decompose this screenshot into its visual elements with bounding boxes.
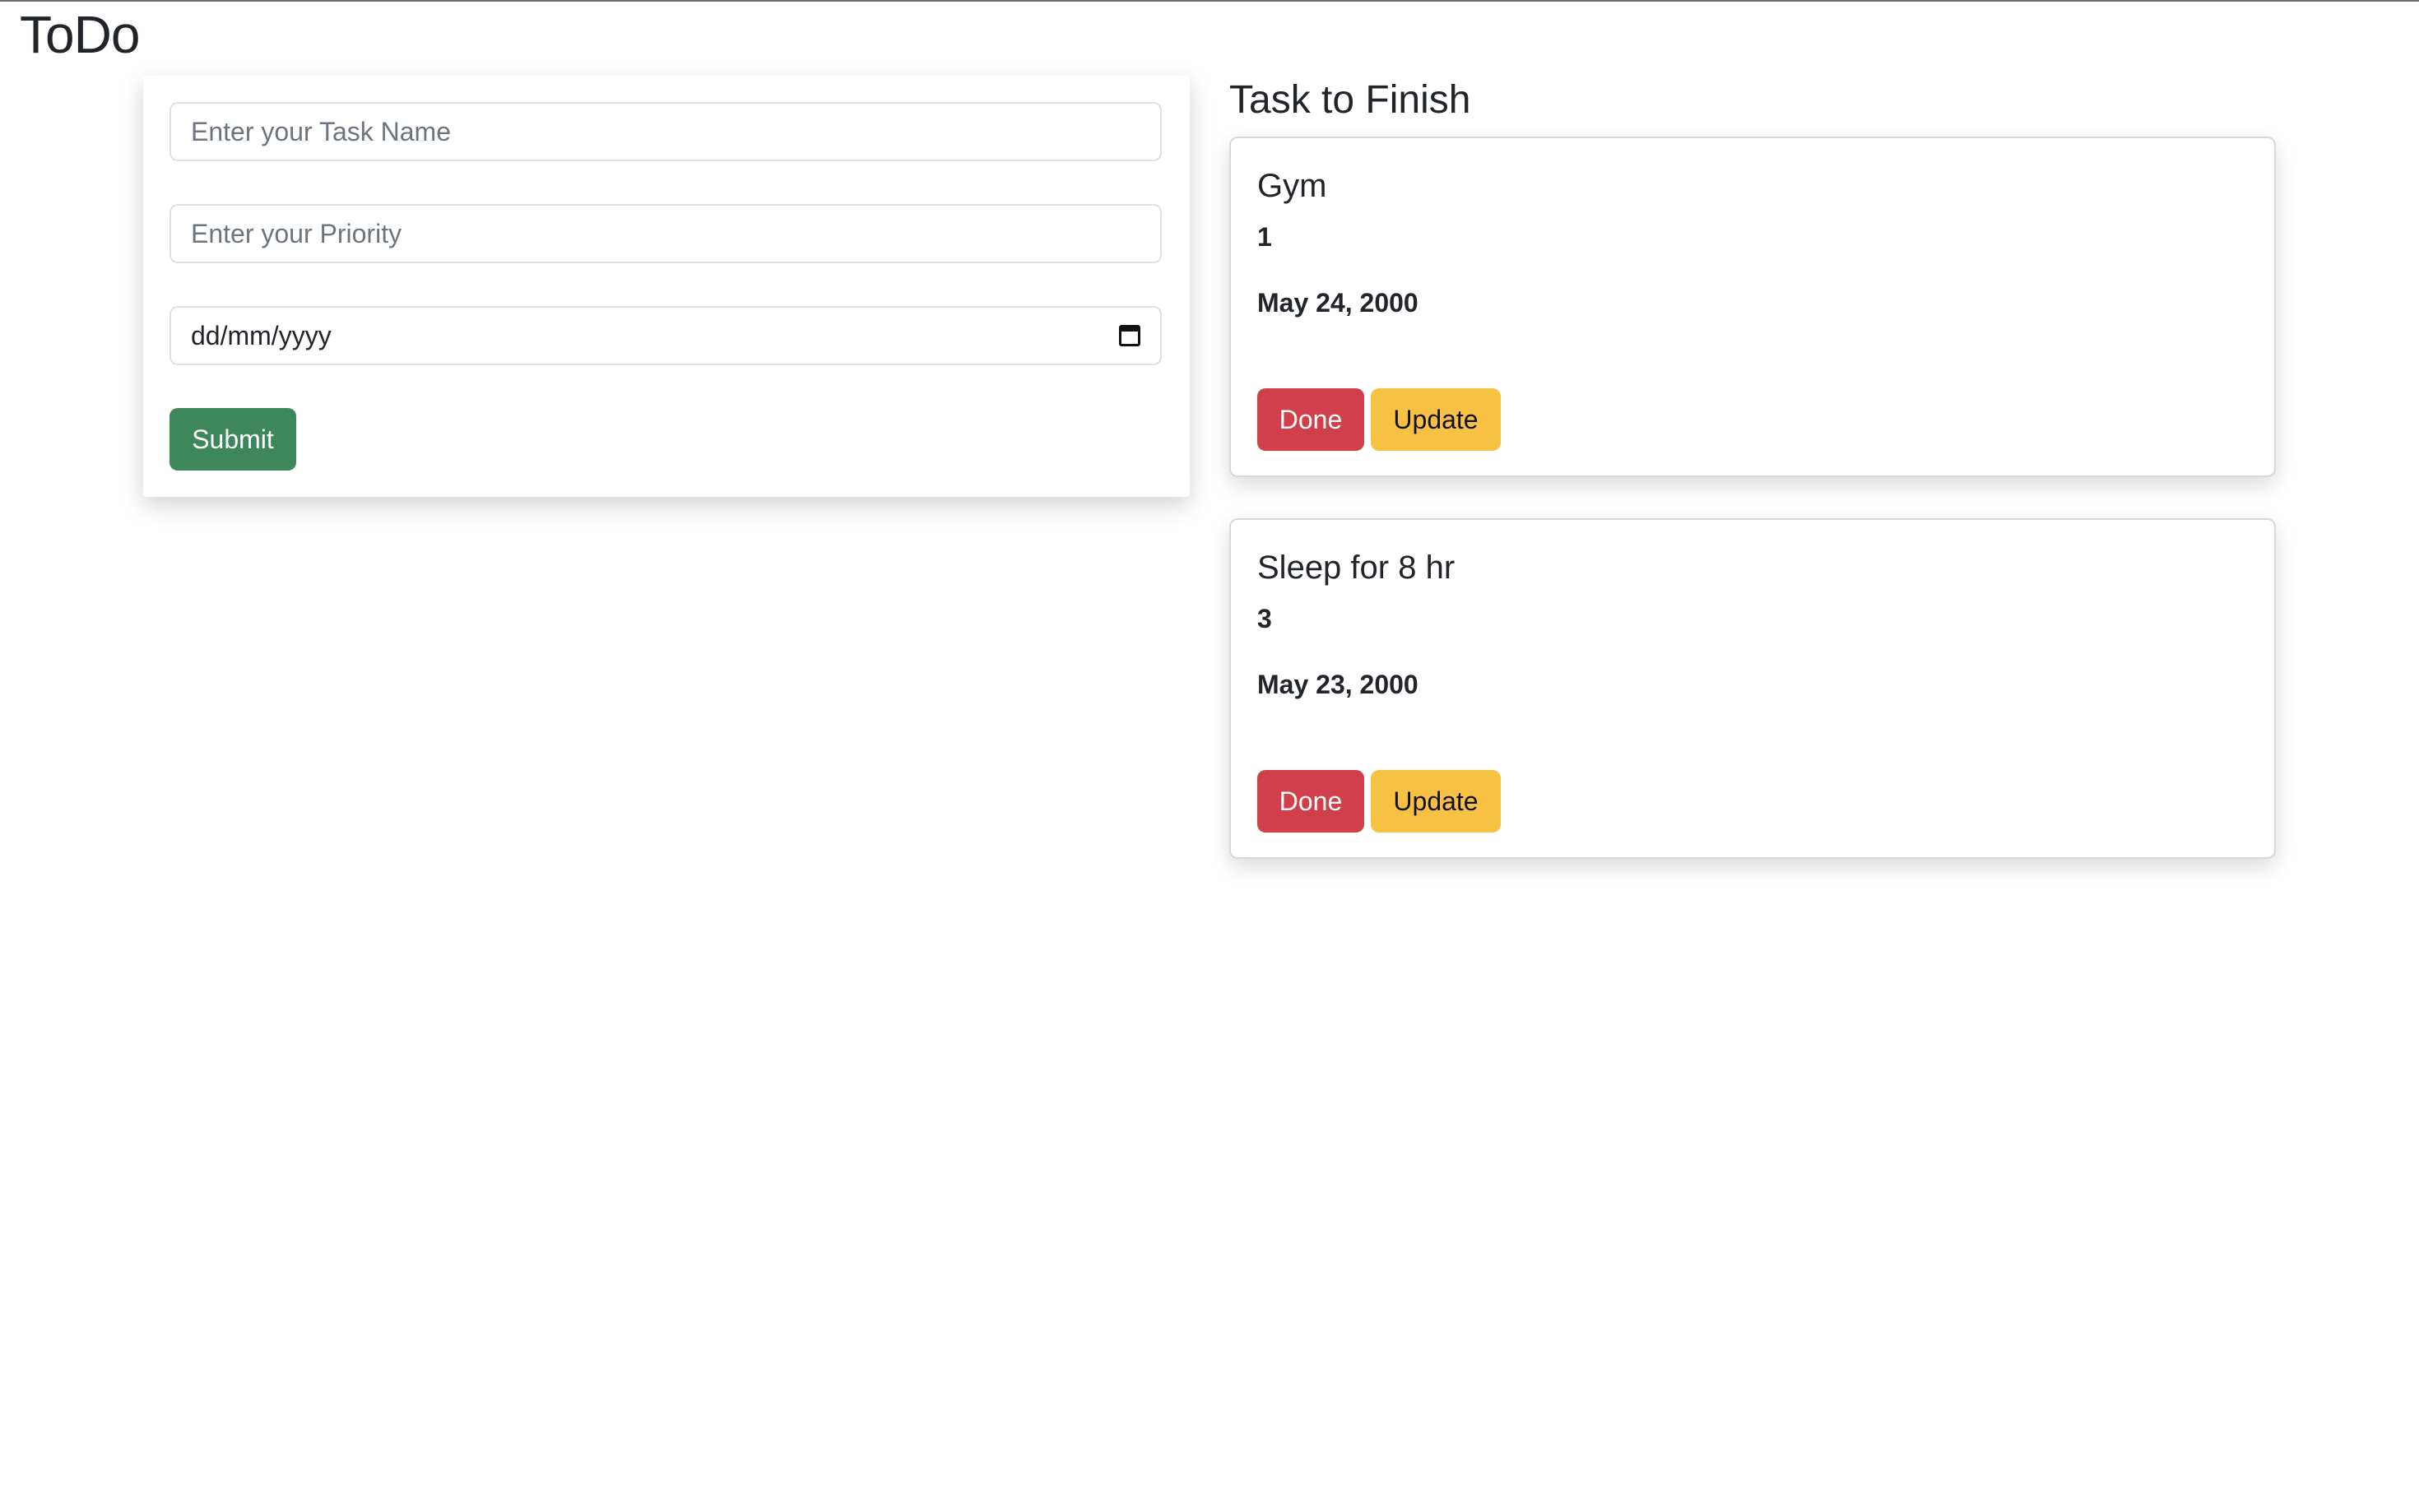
task-list-title: Task to Finish (1229, 78, 1471, 122)
date-placeholder: dd/mm/yyyy (191, 320, 332, 350)
task-date: May 24, 2000 (1257, 288, 1418, 318)
top-divider (0, 0, 2419, 2)
calendar-icon[interactable] (1119, 325, 1140, 346)
task-card: Gym 1 May 24, 2000 Done Update (1229, 137, 2276, 477)
task-name-placeholder: Enter your Task Name (191, 116, 451, 146)
submit-button[interactable]: Submit (169, 408, 296, 471)
task-date: May 23, 2000 (1257, 670, 1418, 699)
task-name: Gym (1257, 168, 1327, 204)
task-priority: 1 (1257, 222, 1272, 252)
date-input[interactable]: dd/mm/yyyy (169, 306, 1162, 365)
task-name: Sleep for 8 hr (1257, 550, 1456, 586)
done-button[interactable]: Done (1257, 388, 1364, 451)
task-form-card: Enter your Task Name Enter your Priority… (143, 76, 1190, 497)
priority-placeholder: Enter your Priority (191, 218, 402, 248)
app-title: ToDo (20, 5, 140, 64)
done-button[interactable]: Done (1257, 770, 1364, 833)
priority-input[interactable]: Enter your Priority (169, 204, 1162, 263)
update-button[interactable]: Update (1371, 770, 1501, 833)
task-card: Sleep for 8 hr 3 May 23, 2000 Done Updat… (1229, 518, 2276, 859)
task-priority: 3 (1257, 604, 1272, 633)
update-button[interactable]: Update (1371, 388, 1501, 451)
task-name-input[interactable]: Enter your Task Name (169, 102, 1162, 161)
